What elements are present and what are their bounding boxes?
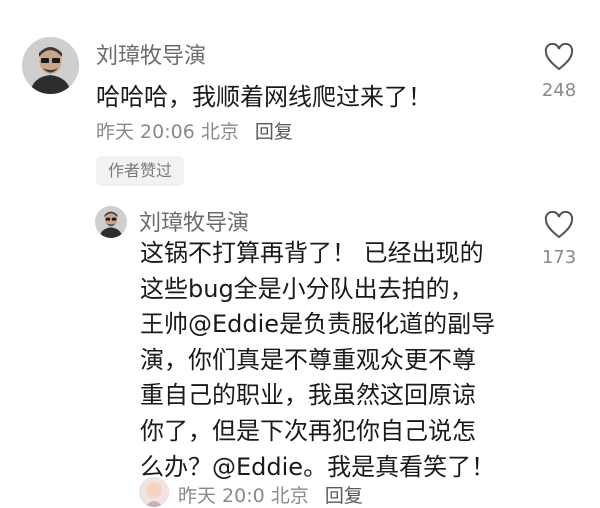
avatar[interactable] [95,206,127,238]
comment-time: 昨天 20:06 [96,121,195,143]
reply-line: 这些bug全是小分队出去拍的， [140,274,474,303]
reply-line: 你了，但是下次再犯你自己说怎 [140,416,476,445]
comment-meta: 昨天 20:06 北京 回复 [96,117,293,144]
truncated-dots: · · · [470,0,507,6]
avatar[interactable] [22,37,79,94]
comment-username[interactable]: 刘璋牧导演 [96,38,206,70]
reply-line: 演，你们真是不尊重观众更不尊 [140,345,476,374]
reply-location: 北京 [270,485,309,507]
reply-line: 重自己的职业，我虽然这回原谅 [140,381,476,410]
reply-line: 么办？@Eddie。我是真看笑了！ [140,452,496,481]
reply-time: 昨天 20:0 [178,485,265,507]
heart-outline-icon[interactable] [544,211,574,239]
reply-line: 这锅不打算再背了！ 已经出现的 [140,239,484,267]
avatar[interactable] [139,477,169,507]
comment-text: 哈哈哈，我顺着网线爬过来了！ [96,83,432,111]
reply-reply-button[interactable]: 回复 [325,485,363,507]
heart-outline-icon[interactable] [544,43,574,71]
reply-line: 王帅@Eddie是负责服化道的副导 [140,310,496,339]
author-liked-badge: 作者赞过 [96,156,185,186]
like-count: 173 [541,247,577,268]
previous-item-edge: · · · [0,0,600,6]
like-count: 248 [541,80,577,101]
comment-reply-button[interactable]: 回复 [255,121,293,143]
reply-meta: 昨天 20:0 北京 回复 [178,481,363,508]
comment-location: 北京 [200,121,239,143]
reply-username[interactable]: 刘璋牧导演 [139,205,249,237]
reply-text: 这锅不打算再背了！ 已经出现的 这些bug全是小分队出去拍的， 王帅@Eddie… [140,236,495,485]
